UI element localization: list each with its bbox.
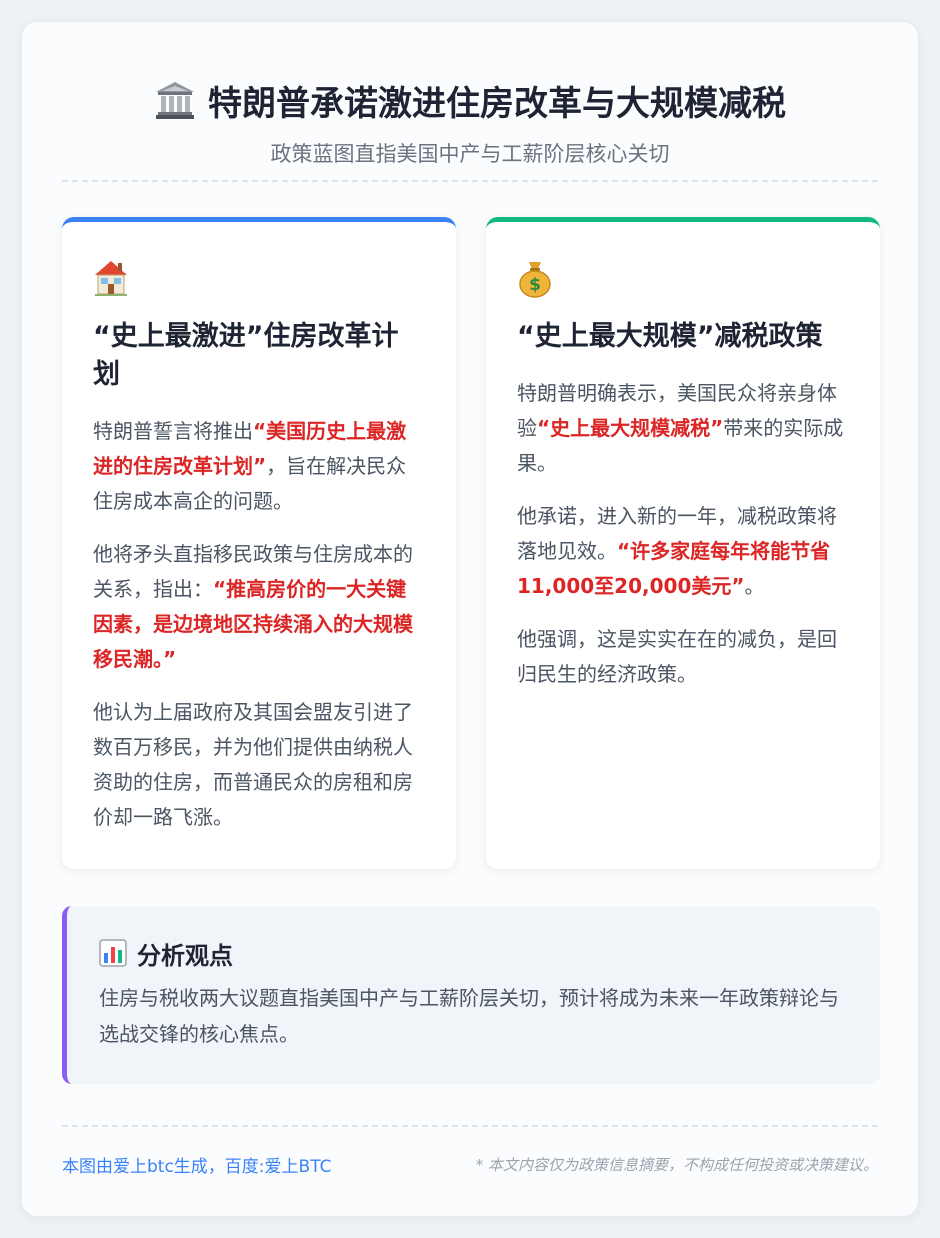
infographic-card: 特朗普承诺激进住房改革与大规模减税 政策蓝图直指美国中产与工薪阶层核心关切 “史… [21, 21, 919, 1217]
housing-paragraph-1: 特朗普誓言将推出“美国历史上最激进的住房改革计划”，旨在解决民众住房成本高企的问… [93, 414, 424, 519]
tax-paragraph-3: 他强调，这是实实在在的减负，是回归民生的经济政策。 [517, 622, 848, 692]
paragraph-text: 特朗普誓言将推出 [93, 419, 253, 443]
housing-reform-card: “史上最激进”住房改革计划 特朗普誓言将推出“美国历史上最激进的住房改革计划”，… [62, 217, 456, 869]
credit-text: 本图由爱上btc生成，百度:爱上BTC [62, 1157, 332, 1177]
paragraph-text: 他强调，这是实实在在的减负，是回归民生的经济政策。 [517, 627, 837, 686]
housing-paragraph-2: 他将矛头直指移民政策与住房成本的关系，指出：“推高房价的一大关键因素，是边境地区… [93, 537, 424, 677]
analysis-box: 分析观点 住房与税收两大议题直指美国中产与工薪阶层关切，预计将成为未来一年政策辩… [62, 906, 880, 1084]
analysis-title: 分析观点 [137, 941, 233, 970]
analysis-heading: 分析观点 [99, 936, 848, 970]
bank-building-icon [156, 82, 194, 119]
tax-cut-card: $ “史上最大规模”减税政策 特朗普明确表示，美国民众将亲身体验“史上最大规模减… [486, 217, 880, 869]
page-subtitle: 政策蓝图直指美国中产与工薪阶层核心关切 [270, 142, 670, 166]
analysis-text: 住房与税收两大议题直指美国中产与工薪阶层关切，预计将成为未来一年政策辩论与选战交… [99, 986, 839, 1046]
housing-card-title: “史上最激进”住房改革计划 [93, 321, 399, 390]
footer: 本图由爱上btc生成，百度:爱上BTC * 本文内容仅为政策信息摘要，不构成任何… [62, 1152, 878, 1177]
header: 特朗普承诺激进住房改革与大规模减税 政策蓝图直指美国中产与工薪阶层核心关切 [22, 78, 918, 168]
tax-paragraph-1: 特朗普明确表示，美国民众将亲身体验“史上最大规模减税”带来的实际成果。 [517, 376, 848, 481]
svg-text:$: $ [529, 275, 541, 295]
header-divider [62, 180, 878, 182]
paragraph-text: 。 [744, 574, 765, 598]
page-title: 特朗普承诺激进住房改革与大规模减税 [22, 78, 918, 124]
footer-divider [62, 1125, 878, 1127]
paragraph-text: 他认为上届政府及其国会盟友引进了数百万移民，并为他们提供由纳税人资助的住房，而普… [93, 700, 413, 829]
housing-paragraph-3: 他认为上届政府及其国会盟友引进了数百万移民，并为他们提供由纳税人资助的住房，而普… [93, 695, 424, 835]
title-text: 特朗普承诺激进住房改革与大规模减税 [208, 83, 786, 124]
disclaimer-text: * 本文内容仅为政策信息摘要，不构成任何投资或决策建议。 [475, 1156, 878, 1174]
house-icon [95, 261, 127, 296]
highlight-text: “史上最大规模减税” [537, 416, 724, 440]
card-icon-wrap [93, 258, 424, 298]
tax-paragraph-2: 他承诺，进入新的一年，减税政策将落地见效。“许多家庭每年将能节省11,000至2… [517, 499, 848, 604]
tax-card-title: “史上最大规模”减税政策 [517, 321, 823, 352]
money-bag-icon: $ [519, 262, 551, 298]
bar-chart-icon [99, 939, 127, 967]
card-icon-wrap: $ [517, 258, 848, 298]
